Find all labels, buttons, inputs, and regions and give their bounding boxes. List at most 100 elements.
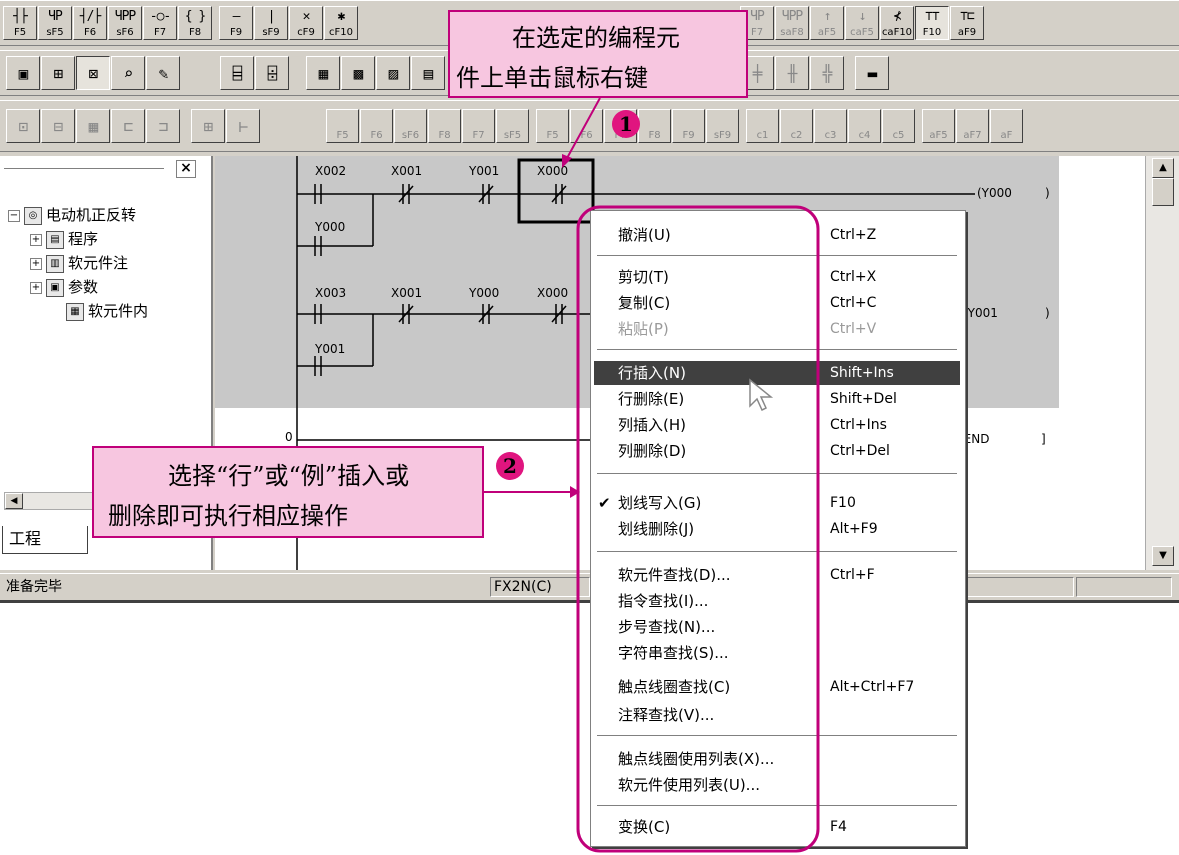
menu-item-undo[interactable]: 撤消(U) Ctrl+Z xyxy=(594,223,960,247)
sfc-icon[interactable]: ⊡ xyxy=(6,109,40,143)
sfc-button-f8[interactable]: F8 xyxy=(638,109,671,143)
sfc-button-f6[interactable]: F6 xyxy=(570,109,603,143)
menu-item-device-list[interactable]: 软元件使用列表(U)... xyxy=(594,773,960,797)
button-glyph-icon: ✱ xyxy=(337,9,346,24)
sfc-button-c3[interactable]: c3 xyxy=(814,109,847,143)
tree-root[interactable]: − ◎ 电动机正反转 xyxy=(8,204,136,225)
sfc-jump-icon[interactable]: ⊐ xyxy=(146,109,180,143)
sfc-button-f7[interactable]: F7 xyxy=(462,109,495,143)
symbol-button-sf9[interactable]: | sF9 xyxy=(254,6,288,40)
close-icon[interactable]: × xyxy=(176,160,196,178)
sfc-branch-icon[interactable]: ⊢ xyxy=(226,109,260,143)
menu-item-column-insert[interactable]: 列插入(H) Ctrl+Ins xyxy=(594,413,960,437)
ladder-write-icon[interactable]: ⊠ xyxy=(76,56,110,90)
symbol-button-af5[interactable]: ↑ aF5 xyxy=(810,6,844,40)
ladder-view-icon[interactable]: ⊞ xyxy=(41,56,75,90)
tree-item-program[interactable]: + ▤ 程序 xyxy=(30,228,98,249)
sfc-button-f5[interactable]: F5 xyxy=(326,109,359,143)
contact-label-selected[interactable]: X000 xyxy=(537,164,568,178)
symbol-button-f7[interactable]: -○- F7 xyxy=(143,6,177,40)
device-batch-icon[interactable]: ⌸ xyxy=(220,56,254,90)
menu-item-column-delete[interactable]: 列删除(D) Ctrl+Del xyxy=(594,439,960,463)
expand-icon[interactable]: + xyxy=(30,257,42,270)
symbol-button-caf5[interactable]: ↓ caF5 xyxy=(845,6,879,40)
sfc-left-group: ⊡ ⊟ ▦ ⊏ ⊐ ⊞ ⊢ xyxy=(6,109,260,143)
menu-item-find-contact-coil[interactable]: 触点线圈查找(C) Alt+Ctrl+F7 xyxy=(594,675,960,699)
menu-item-find-string[interactable]: 字符串查找(S)... xyxy=(594,641,960,665)
list-mode-icon[interactable]: ▤ xyxy=(411,56,445,90)
menu-item-cut[interactable]: 剪切(T) Ctrl+X xyxy=(594,265,960,289)
sfc-button-af5[interactable]: aF5 xyxy=(922,109,955,143)
button-glyph-icon: ⊀ xyxy=(893,9,902,24)
menu-label: 变换(C) xyxy=(618,818,671,836)
menu-item-contact-coil-list[interactable]: 触点线圈使用列表(X)... xyxy=(594,747,960,771)
expand-icon[interactable]: + xyxy=(30,281,42,294)
button-glyph-icon: ЧРР xyxy=(781,9,803,24)
menu-item-copy[interactable]: 复制(C) Ctrl+C xyxy=(594,291,960,315)
collapse-icon[interactable]: − xyxy=(8,209,20,222)
symbol-button-f6[interactable]: ┤/├ F6 xyxy=(73,6,107,40)
symbol-button-saf8[interactable]: ЧРР saF8 xyxy=(775,6,809,40)
expand-icon[interactable]: + xyxy=(30,233,42,246)
scroll-left-icon[interactable]: ◀ xyxy=(5,493,23,509)
sfc-button-f9[interactable]: F9 xyxy=(672,109,705,143)
menu-item-find-device[interactable]: 软元件查找(D)... Ctrl+F xyxy=(594,563,960,587)
symbol-button-cf9[interactable]: ✕ cF9 xyxy=(289,6,323,40)
sfc-grid-icon[interactable]: ⊞ xyxy=(191,109,225,143)
sfc-button-sf5[interactable]: sF5 xyxy=(496,109,529,143)
sfc-error-icon[interactable]: ▦ xyxy=(76,109,110,143)
sfc-button-c5[interactable]: c5 xyxy=(882,109,915,143)
symbol-button-af9[interactable]: ⊤⊏ aF9 xyxy=(950,6,984,40)
menu-label: 划线删除(J) xyxy=(618,520,695,538)
sfc-step-icon[interactable]: ⊏ xyxy=(111,109,145,143)
tree-hscroll[interactable]: ◀ xyxy=(4,492,106,510)
sfc-button-c2[interactable]: c2 xyxy=(780,109,813,143)
symbol-button-caf10[interactable]: ⊀ caF10 xyxy=(880,6,914,40)
symbol-button-f9[interactable]: — F9 xyxy=(219,6,253,40)
plc-read-icon[interactable]: ▣ xyxy=(6,56,40,90)
convert-online-icon[interactable]: ▨ xyxy=(376,56,410,90)
symbol-button-cf10[interactable]: ✱ cF10 xyxy=(324,6,358,40)
tree-item-device-comment[interactable]: + ▥ 软元件注 xyxy=(30,252,128,273)
sfc-button-sf6[interactable]: sF6 xyxy=(394,109,427,143)
menu-label: 触点线圈使用列表(X)... xyxy=(618,750,775,768)
sfc-button-af[interactable]: aF xyxy=(990,109,1023,143)
convert-icon[interactable]: ▦ xyxy=(306,56,340,90)
sfc-button-c1[interactable]: c1 xyxy=(746,109,779,143)
scroll-down-icon[interactable]: ▼ xyxy=(1152,546,1174,566)
symbol-button-f10[interactable]: ⊤⊤ F10 xyxy=(915,6,949,40)
menu-item-convert[interactable]: 变换(C) F4 xyxy=(594,815,960,839)
symbol-button-f5[interactable]: ┤├ F5 xyxy=(3,6,37,40)
sfc-button-af7[interactable]: aF7 xyxy=(956,109,989,143)
menu-shortcut: Ctrl+Ins xyxy=(830,417,887,433)
convert-all-icon[interactable]: ▩ xyxy=(341,56,375,90)
display-icon[interactable]: ▬ xyxy=(855,56,889,90)
button-key-label: c4 xyxy=(858,130,871,141)
menu-item-find-instruction[interactable]: 指令查找(I)... xyxy=(594,589,960,613)
sfc-button-sf9[interactable]: sF9 xyxy=(706,109,739,143)
scroll-thumb[interactable] xyxy=(1152,178,1174,206)
symbol-button-sf5[interactable]: ЧР sF5 xyxy=(38,6,72,40)
sfc-button-f6[interactable]: F6 xyxy=(360,109,393,143)
menu-item-find-comment[interactable]: 注释查找(V)... xyxy=(594,703,960,727)
edit-monitor-icon[interactable]: ✎ xyxy=(146,56,180,90)
menu-item-line-write[interactable]: ✔ 划线写入(G) F10 xyxy=(594,491,960,515)
sfc-block-icon[interactable]: ⊟ xyxy=(41,109,75,143)
ladder-vscroll[interactable]: ▲ ▼ xyxy=(1145,156,1179,570)
tab-project[interactable]: 工程 xyxy=(2,526,88,554)
scroll-up-icon[interactable]: ▲ xyxy=(1152,158,1174,178)
device-register-icon[interactable]: ⌹ xyxy=(255,56,289,90)
sfc-button-f8[interactable]: F8 xyxy=(428,109,461,143)
symbol-button-f8[interactable]: { } F8 xyxy=(178,6,212,40)
branch-move-icon[interactable]: ╬ xyxy=(810,56,844,90)
menu-item-line-delete[interactable]: 划线删除(J) Alt+F9 xyxy=(594,517,960,541)
tree-item-parameter[interactable]: + ▣ 参数 xyxy=(30,276,98,297)
tree-item-device-memory[interactable]: ▦ 软元件内 xyxy=(66,300,148,321)
sfc-button-c4[interactable]: c4 xyxy=(848,109,881,143)
monitor-icon[interactable]: ⌕ xyxy=(111,56,145,90)
symbol-button-sf6[interactable]: ЧРР sF6 xyxy=(108,6,142,40)
branch-delete-icon[interactable]: ╫ xyxy=(775,56,809,90)
menu-item-paste[interactable]: 粘贴(P) Ctrl+V xyxy=(594,317,960,341)
sfc-button-f5[interactable]: F5 xyxy=(536,109,569,143)
menu-item-find-step[interactable]: 步号查找(N)... xyxy=(594,615,960,639)
